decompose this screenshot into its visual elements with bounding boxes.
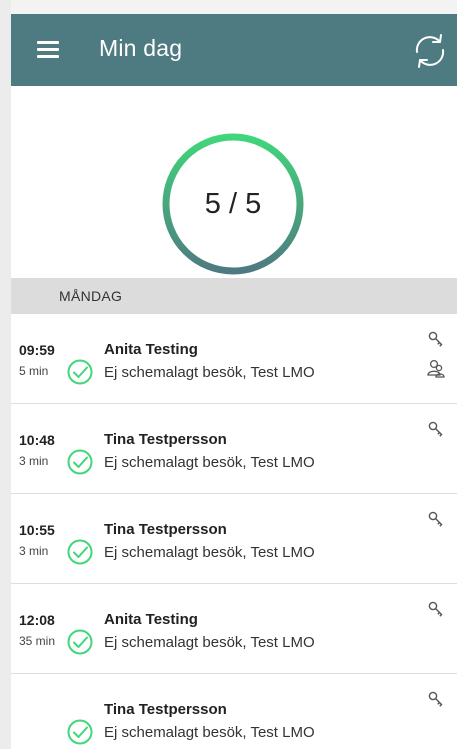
check-circle-icon <box>67 359 93 385</box>
key-icon <box>427 510 445 530</box>
client-name: Tina Testpersson <box>104 521 227 538</box>
daily-progress: 5 / 5 <box>11 86 457 278</box>
day-label: MÅNDAG <box>59 288 123 304</box>
visit-duration: 5 min <box>19 364 49 378</box>
app-bar: Min dag <box>11 14 457 86</box>
visit-duration: 3 min <box>19 544 49 558</box>
visit-time: 10:48 <box>19 432 55 448</box>
key-icon <box>427 690 445 710</box>
visit-row[interactable]: Tina Testpersson Ej schemalagt besök, Tes… <box>11 674 457 749</box>
visit-row[interactable]: 09:59 5 min Anita Testing Ej schemalagt bes… <box>11 314 457 404</box>
client-name: Tina Testpersson <box>104 701 227 718</box>
progress-count: 5 / 5 <box>204 188 262 220</box>
visit-description: Ej schemalagt besök, Test LMO <box>104 364 315 381</box>
check-circle-icon <box>67 539 93 565</box>
day-header: MÅNDAG <box>11 278 457 314</box>
visit-row[interactable]: 12:08 35 min Anita Testing Ej schemalagt be… <box>11 584 457 674</box>
person-group-icon <box>426 358 446 380</box>
visit-description: Ej schemalagt besök, Test LMO <box>104 454 315 471</box>
visit-row[interactable]: 10:55 3 min Tina Testpersson Ej schemalagt … <box>11 494 457 584</box>
visit-time: 12:08 <box>19 612 55 628</box>
visit-duration: 35 min <box>19 634 56 648</box>
check-circle-icon <box>67 449 93 475</box>
client-name: Anita Testing <box>104 341 198 358</box>
hamburger-menu-icon[interactable] <box>35 36 63 64</box>
key-icon <box>427 330 445 350</box>
app-screen: Min dag 5 / 5 MÅNDAG 09:59 5 min Anita T… <box>11 14 457 749</box>
status-bar <box>11 0 457 14</box>
key-icon <box>427 420 445 440</box>
check-circle-icon <box>67 629 93 655</box>
visit-description: Ej schemalagt besök, Test LMO <box>104 544 315 561</box>
key-icon <box>427 600 445 620</box>
page-title: Min dag <box>99 35 183 61</box>
visit-description: Ej schemalagt besök, Test LMO <box>104 634 315 651</box>
client-name: Tina Testpersson <box>104 431 227 448</box>
visit-duration: 3 min <box>19 454 49 468</box>
client-name: Anita Testing <box>104 611 198 628</box>
sync-icon[interactable] <box>409 30 451 72</box>
screen-edge <box>0 0 11 749</box>
visit-row[interactable]: 10:48 3 min Tina Testpersson Ej schemalagt … <box>11 404 457 494</box>
visit-time: 10:55 <box>19 522 55 538</box>
check-circle-icon <box>67 719 93 745</box>
visit-time: 09:59 <box>19 342 55 358</box>
visit-description: Ej schemalagt besök, Test LMO <box>104 724 315 741</box>
